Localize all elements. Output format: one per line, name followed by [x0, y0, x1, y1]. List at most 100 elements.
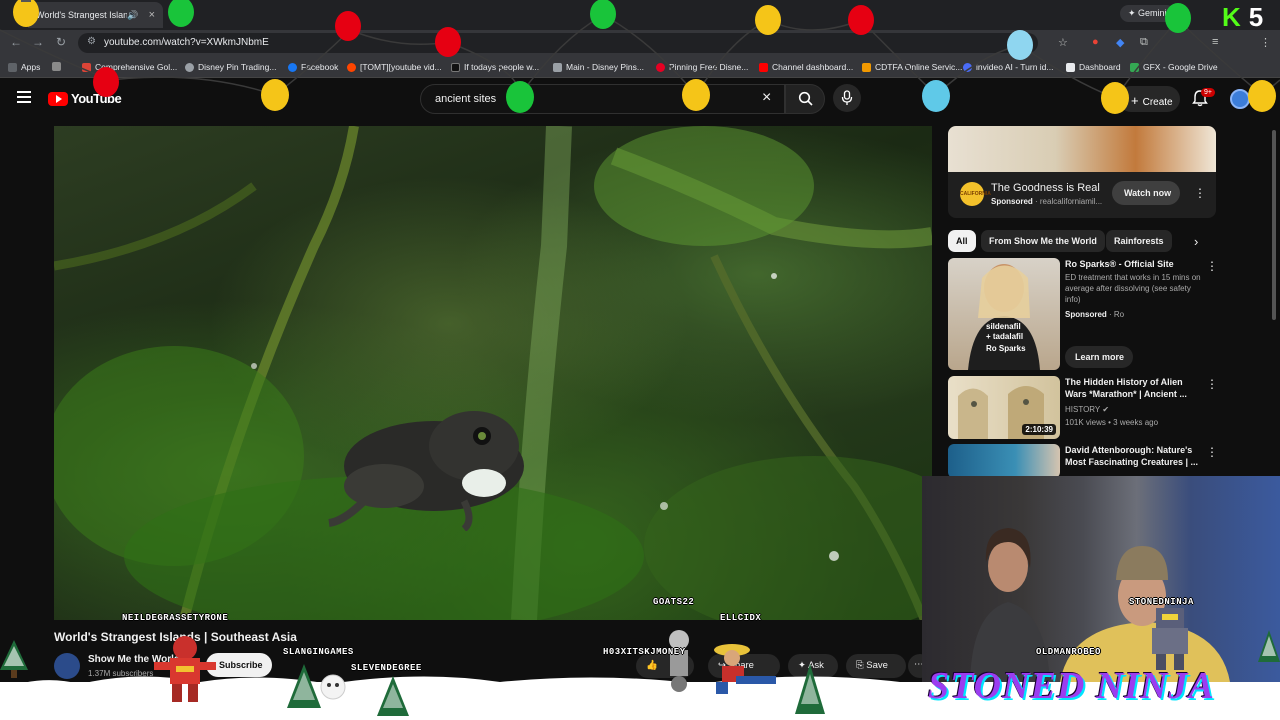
bookmark-apps[interactable]: Apps — [8, 62, 40, 72]
christmas-tree-icon — [287, 664, 321, 708]
address-bar-row: ← → ↻ ⚙ youtube.com/watch?v=XWkmJNbmE ☆ … — [0, 30, 1280, 56]
bookmark-item[interactable]: GFX - Google Drive — [1130, 62, 1218, 72]
bookmark-item[interactable]: CDTFA Online Servic... — [862, 62, 962, 72]
site-info-icon[interactable]: ⚙ — [87, 36, 96, 47]
ad-title: The Goodness is Real — [991, 182, 1100, 194]
chip-rainforests[interactable]: Rainforests — [1106, 230, 1172, 252]
item-menu-icon[interactable]: ⋮ — [1206, 446, 1218, 458]
chip-all[interactable]: All — [948, 230, 976, 252]
bookmark-item[interactable]: Pinning Free Disne... — [656, 62, 748, 72]
extension-icon[interactable]: ◆ — [1116, 36, 1124, 49]
favicon-icon — [82, 62, 91, 72]
sponsored-label: Sponsored — [991, 197, 1033, 206]
christmas-tree-icon — [377, 676, 409, 716]
bookmark-item[interactable]: Main - Disney Pins... — [553, 62, 644, 72]
bookmark-label: GFX - Google Drive — [1143, 62, 1218, 72]
advertiser-logo: CALIFORNIA — [960, 182, 991, 206]
video-thumbnail[interactable] — [948, 444, 1060, 478]
url-field[interactable]: ⚙ youtube.com/watch?v=XWkmJNbmE — [78, 33, 1038, 53]
chat-username-label: NEILDEGRASSETYRONE — [122, 613, 229, 623]
learn-more-button[interactable]: Learn more — [1065, 346, 1133, 368]
recommendation-title: Ro Sparks® - Official Site — [1065, 259, 1174, 269]
chat-username-label: STONEDNINJA — [1129, 597, 1194, 607]
item-menu-icon[interactable]: ⋮ — [1206, 378, 1218, 390]
reload-icon[interactable]: ↻ — [56, 35, 66, 49]
youtube-logo[interactable]: YouTube — [48, 91, 122, 106]
create-button[interactable]: + Create — [1118, 86, 1180, 112]
christmas-tree-icon — [0, 640, 28, 678]
search-query: ancient sites — [435, 93, 497, 105]
item-menu-icon[interactable]: ⋮ — [1206, 260, 1218, 272]
search-icon — [798, 91, 813, 106]
notification-badge: 9+ — [1201, 88, 1215, 97]
ad-domain: realcaliforniamil... — [1039, 197, 1103, 206]
browser-tab[interactable]: World's Strangest Islan 🔊 × — [28, 2, 163, 28]
forward-icon[interactable]: → — [32, 35, 44, 49]
ad-menu-icon[interactable]: ⋮ — [1194, 187, 1206, 199]
recommendation-title: David Attenborough: Nature's Most Fascin… — [1065, 445, 1199, 467]
chat-avatar-character — [714, 644, 776, 694]
overlay-logo-letter: K — [1222, 2, 1241, 32]
tab-title: World's Strangest Islan — [36, 10, 128, 20]
tiktok-icon — [451, 62, 460, 72]
person-image — [968, 264, 1040, 370]
chat-avatar-character — [1152, 608, 1188, 670]
thumb-text: + tadalafil — [986, 332, 1024, 341]
facebook-icon — [288, 62, 297, 72]
youtube-icon — [759, 62, 768, 72]
watch-now-button[interactable]: Watch now — [1112, 181, 1180, 205]
clear-search-icon[interactable]: × — [762, 90, 771, 106]
apps-grid-icon — [8, 62, 17, 72]
favicon-icon — [862, 62, 871, 72]
video-frame-foliage — [54, 126, 932, 620]
chat-username-label: H03XITSKJMONEY — [603, 647, 686, 657]
sponsored-ad-card[interactable]: CALIFORNIA The Goodness is Real Sponsore… — [948, 126, 1216, 218]
favicon-icon — [553, 62, 562, 72]
video-player[interactable] — [54, 126, 932, 620]
chrome-menu-icon[interactable]: ⋮ — [1260, 36, 1271, 49]
ad-banner-image — [948, 126, 1216, 172]
menu-icon[interactable] — [17, 91, 31, 103]
bookmark-item[interactable] — [52, 62, 65, 71]
sidebar-scrollbar[interactable] — [1272, 130, 1276, 320]
back-icon[interactable]: ← — [10, 35, 22, 49]
channel-label: HISTORY — [1065, 405, 1101, 414]
recommendation-item[interactable]: David Attenborough: Nature's Most Fascin… — [948, 444, 1218, 478]
recommendation-title: The Hidden History of Alien Wars *Marath… — [1065, 377, 1187, 399]
account-avatar[interactable] — [1230, 89, 1250, 109]
bookmark-item[interactable]: Dashboard — [1066, 62, 1121, 72]
extension-icon[interactable]: ● — [1092, 36, 1099, 48]
reading-list-icon[interactable]: ≡ — [1212, 36, 1218, 48]
bookmark-label: [TOMT][youtube vid... — [360, 62, 442, 72]
bookmark-label: Channel dashboard... — [772, 62, 854, 72]
invideo-icon — [963, 62, 972, 72]
search-input[interactable]: ancient sites — [420, 84, 785, 114]
ad-thumbnail[interactable]: sildenafil + tadalafil Ro Sparks — [948, 258, 1060, 370]
chevron-right-icon[interactable]: › — [1194, 234, 1198, 249]
bookmark-item[interactable]: Facebook — [288, 62, 338, 72]
tab-close-button[interactable]: × — [149, 9, 155, 21]
search-button[interactable] — [785, 84, 825, 114]
bookmark-item[interactable]: Comprehensive Gol... — [82, 62, 177, 72]
bookmark-label: If todays people w... — [464, 62, 540, 72]
recommendation-ad[interactable]: sildenafil + tadalafil Ro Sparks Ro Spar… — [948, 258, 1218, 370]
speaker-icon[interactable]: 🔊 — [127, 10, 138, 21]
extensions-puzzle-icon[interactable]: ⧉ — [1140, 36, 1148, 49]
browser-tab-bar: World's Strangest Islan 🔊 × ✦ Gemini K5 — [0, 0, 1280, 32]
voice-search-button[interactable] — [833, 84, 861, 112]
chat-username-label: OLDMANROBEO — [1036, 647, 1101, 657]
bookmark-star-icon[interactable]: ☆ — [1058, 36, 1068, 49]
bookmarks-bar: Apps Comprehensive Gol... Disney Pin Tra… — [0, 56, 1280, 78]
bookmark-item[interactable]: Disney Pin Trading... — [185, 62, 276, 72]
chip-from-channel[interactable]: From Show Me the World — [981, 230, 1105, 252]
bookmark-item[interactable]: If todays people w... — [451, 62, 539, 72]
recommendation-item[interactable]: 2:10:39 The Hidden History of Alien Wars… — [948, 376, 1218, 440]
gemini-button[interactable]: ✦ Gemini — [1120, 5, 1175, 22]
bookmark-label: Disney Pin Trading... — [198, 62, 277, 72]
video-thumbnail[interactable]: 2:10:39 — [948, 376, 1060, 439]
bookmark-item[interactable]: [TOMT][youtube vid... — [347, 62, 442, 72]
bookmark-item[interactable]: Channel dashboard... — [759, 62, 853, 72]
recommendation-description: ED treatment that works in 15 mins on av… — [1065, 273, 1201, 304]
bookmark-item[interactable]: invideo AI - Turn id... — [963, 62, 1053, 72]
chat-avatar-character — [669, 630, 689, 692]
